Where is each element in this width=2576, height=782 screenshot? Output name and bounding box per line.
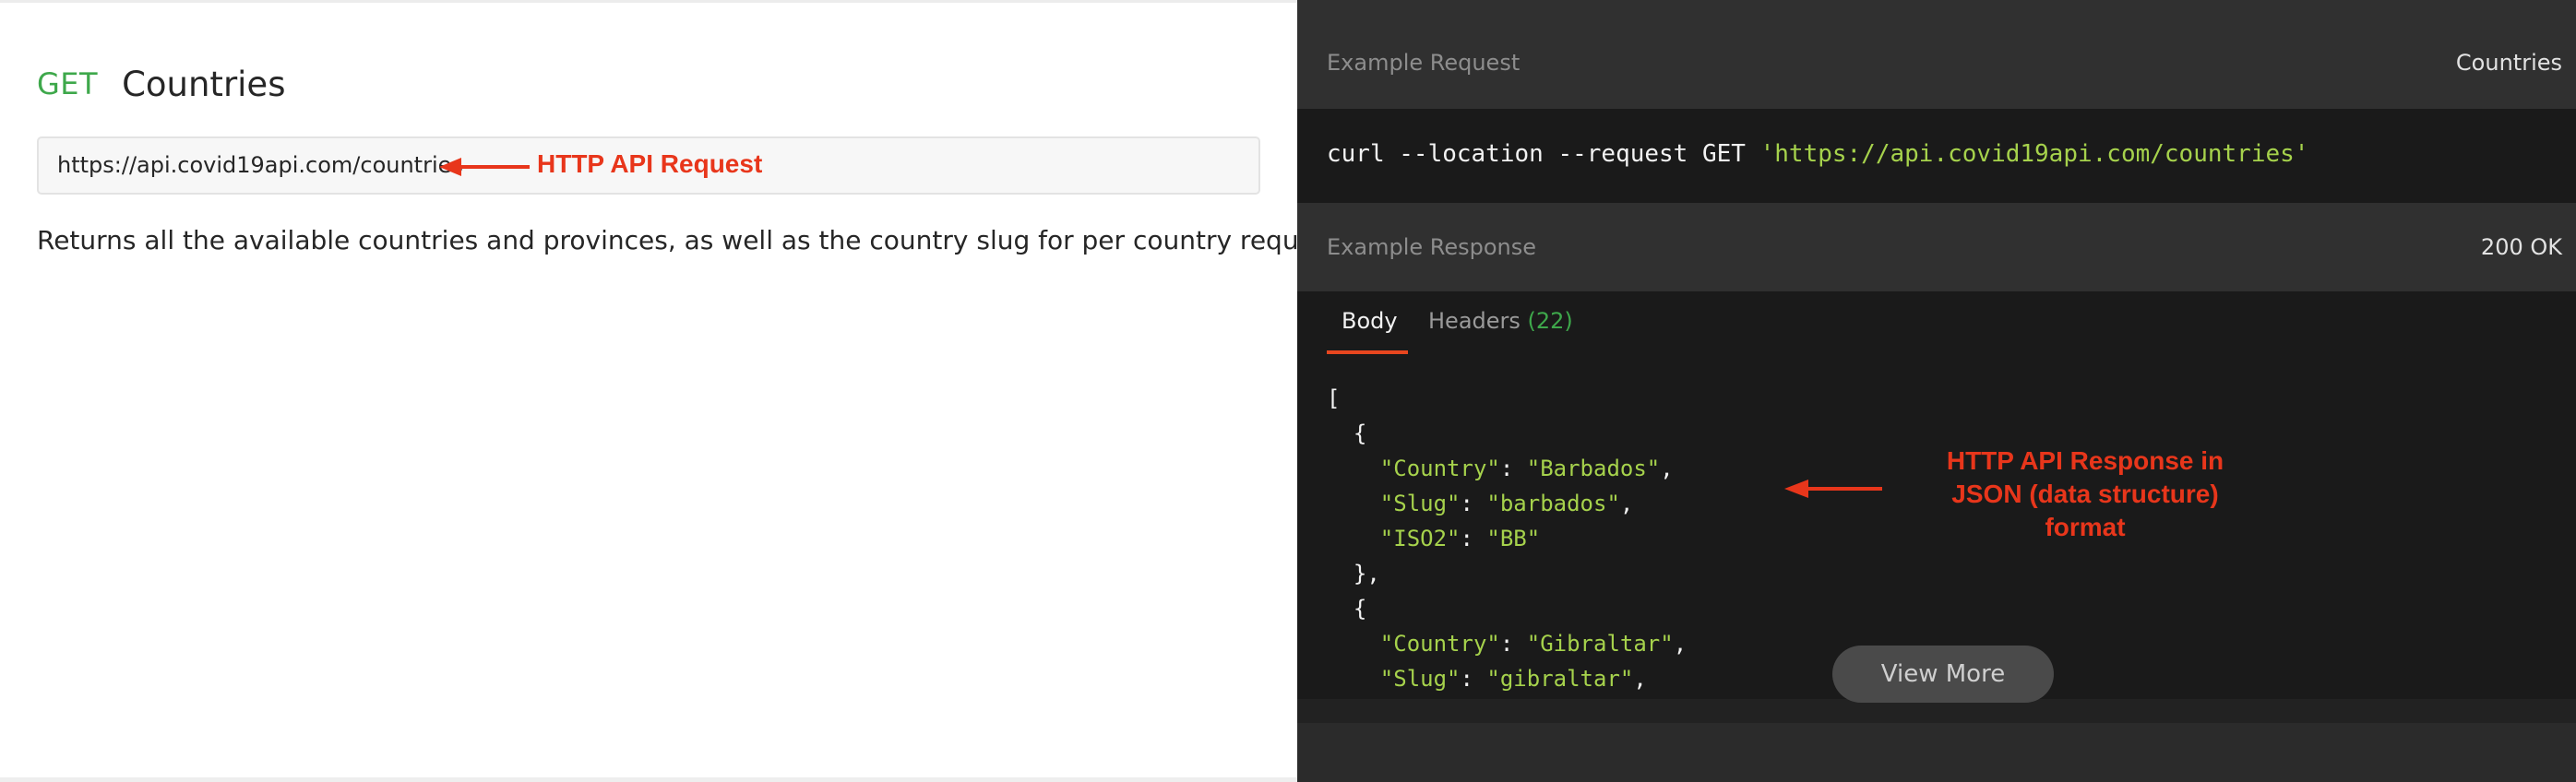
- json-line: "Slug": "barbados",: [1379, 491, 1634, 516]
- tab-body[interactable]: Body: [1342, 308, 1398, 334]
- example-footer: [1297, 723, 2576, 782]
- curl-url: 'https://api.covid19api.com/countries': [1759, 140, 2309, 168]
- curl-command: curl --location --request GET 'https://a…: [1327, 140, 2308, 168]
- example-request-header: Example Request Countries: [1297, 0, 2576, 109]
- response-annotation: HTTP API Response in JSON (data structur…: [1910, 444, 2260, 544]
- example-request-label: Example Request: [1327, 50, 1521, 76]
- request-annotation: HTTP API Request: [537, 149, 763, 178]
- documentation-pane: GET Countries https://api.covid19api.com…: [0, 0, 1360, 782]
- response-annotation-line: JSON (data structure): [1951, 480, 2219, 508]
- response-annotation-line: format: [2045, 513, 2126, 541]
- top-divider: [0, 0, 1297, 3]
- response-annotation-arrow: [1784, 480, 1882, 498]
- curl-prefix: curl --location --request GET: [1327, 140, 1760, 168]
- example-request-name: Countries: [2455, 50, 2562, 76]
- example-response-label: Example Response: [1327, 234, 1537, 260]
- example-pane: Example Request Countries curl --locatio…: [1297, 0, 2576, 782]
- response-status: 200 OK: [2480, 234, 2562, 260]
- json-line: "Country": "Gibraltar",: [1379, 631, 1688, 657]
- json-line: },: [1327, 561, 1380, 586]
- endpoint-description: Returns all the available countries and …: [37, 225, 1360, 255]
- tab-headers-label: Headers: [1428, 308, 1521, 334]
- active-tab-indicator: [1327, 350, 1408, 354]
- tab-headers[interactable]: Headers (22): [1428, 308, 1573, 334]
- http-method-badge: GET: [37, 66, 99, 101]
- bottom-divider: [0, 777, 1297, 782]
- response-annotation-line: HTTP API Response in: [1946, 446, 2224, 475]
- response-tabs: Body Headers (22): [1297, 291, 2576, 358]
- json-line: "Country": "Barbados",: [1379, 456, 1674, 481]
- request-url[interactable]: https://api.covid19api.com/countries: [57, 138, 463, 193]
- view-more-button[interactable]: View More: [1832, 646, 2054, 703]
- json-line: "ISO2": "BB": [1379, 526, 1541, 551]
- json-line: [: [1327, 385, 1341, 411]
- json-line: "Slug": "gibraltar",: [1379, 666, 1647, 692]
- json-line: {: [1327, 421, 1367, 446]
- headers-count-badge: (22): [1527, 308, 1573, 334]
- curl-code-block: curl --location --request GET 'https://a…: [1297, 109, 2576, 203]
- endpoint-title-row: GET Countries: [37, 61, 285, 107]
- request-annotation-arrow: [439, 158, 530, 176]
- example-response-header: Example Response 200 OK: [1297, 203, 2576, 291]
- json-line: {: [1327, 596, 1367, 622]
- endpoint-title: Countries: [122, 64, 286, 104]
